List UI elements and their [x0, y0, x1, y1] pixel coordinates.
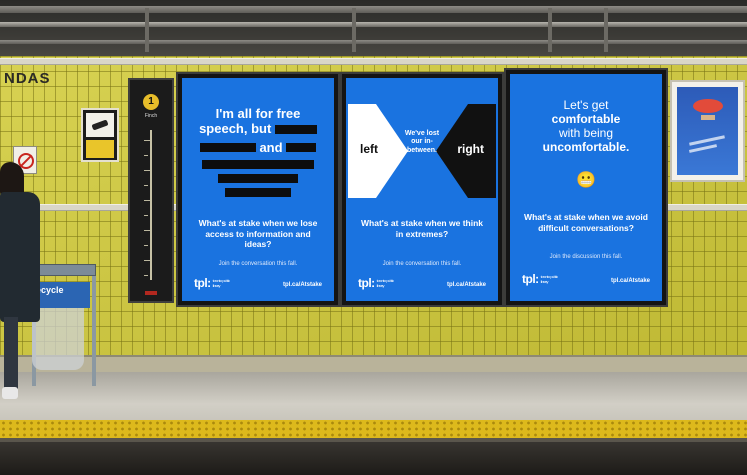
- ceiling-pipe: [0, 6, 747, 13]
- poster-cta: Join the conversation this fall.: [382, 261, 462, 267]
- poster-cta: Join the discussion this fall.: [549, 254, 623, 260]
- poster-text-line: [688, 144, 718, 153]
- redacted-block: and: [182, 140, 334, 199]
- poster-text-line: [689, 135, 725, 146]
- ruler-tick: [144, 215, 148, 216]
- ruler-tick: [144, 185, 148, 186]
- logo-subtitle: toronto public library: [212, 278, 231, 288]
- ruler-line: [150, 130, 152, 280]
- poster-frame: I'm all for free speech, but and What's …: [176, 72, 340, 307]
- center-text: We've lost our in-between.: [404, 130, 440, 154]
- redaction-bar: [285, 143, 316, 152]
- headline-line: uncomfortable.: [542, 140, 630, 155]
- person-head: [0, 162, 24, 196]
- poster-frame: left right We've lost our in-between. Wh…: [340, 72, 504, 307]
- poster-url: tpl.ca/Atstake: [282, 282, 322, 288]
- headline-text: and: [259, 140, 283, 155]
- side-poster-art: [677, 87, 738, 175]
- station-marker-post: 1 Finch: [128, 78, 174, 303]
- ruler-tick: [144, 155, 148, 156]
- grimace-emoji-icon: 😬: [576, 172, 596, 189]
- logo-subtitle: toronto public library: [540, 274, 559, 284]
- redaction-bar: [218, 174, 298, 183]
- redaction-bar: [202, 160, 314, 169]
- ruler-tick: [144, 260, 150, 261]
- redaction-bar: [274, 125, 317, 135]
- passenger-figure: [0, 162, 44, 407]
- right-word: right: [457, 142, 484, 156]
- redaction-bar: [200, 143, 257, 152]
- logo-mark: tpl:: [358, 276, 375, 290]
- track-edge: [0, 438, 747, 475]
- person-coat: [0, 192, 40, 322]
- ceiling-pipe: [0, 22, 747, 27]
- ruler-tick: [144, 140, 150, 141]
- poster-tagline: What's at stake when we think in extreme…: [361, 218, 483, 239]
- subway-platform-scene: NDAS 1 Finch I'm all for free speech, bu…: [0, 0, 747, 475]
- tactile-safety-strip: [0, 420, 747, 438]
- headline-line: speech, but: [182, 121, 334, 136]
- poster-headline: Let's get comfortable with being uncomfo…: [510, 98, 662, 155]
- headline-text: speech, but: [199, 121, 272, 137]
- tpl-logo: tpl: toronto public library: [358, 276, 401, 290]
- pipe-bracket: [604, 8, 608, 52]
- line-terminus-label: Finch: [144, 113, 158, 119]
- litter-sign-panel: [86, 140, 114, 158]
- red-marker: [145, 291, 157, 295]
- side-poster: [670, 80, 745, 182]
- headline-line: comfortable: [551, 112, 621, 127]
- logo-subtitle: toronto public library: [376, 278, 395, 288]
- ruler-tick: [144, 275, 148, 276]
- tpl-logo: tpl: toronto public library: [522, 272, 565, 286]
- poster-cta: Join the conversation this fall.: [218, 261, 298, 267]
- line-number-badge: 1: [143, 94, 159, 110]
- poster-free-speech: I'm all for free speech, but and What's …: [182, 78, 334, 301]
- ruler-tick: [144, 170, 150, 171]
- balloon-basket: [701, 115, 715, 120]
- wall-trim-top: [0, 58, 747, 65]
- litter-icon: [86, 113, 114, 137]
- poster-headline: I'm all for free speech, but: [182, 106, 334, 137]
- litter-sign: [81, 108, 119, 162]
- person-shoe: [2, 387, 18, 399]
- logo-mark: tpl:: [194, 276, 211, 290]
- left-word: left: [360, 142, 378, 156]
- poster-url: tpl.ca/Atstake: [610, 278, 650, 284]
- person-leg: [4, 317, 18, 389]
- headline-line: Let's get: [563, 98, 609, 112]
- ceiling-pipe: [0, 40, 747, 44]
- ceiling: [0, 0, 747, 58]
- ruler-tick: [144, 200, 150, 201]
- headline-line: I'm all for free: [215, 106, 301, 121]
- logo-mark: tpl:: [522, 272, 539, 286]
- pipe-bracket: [548, 8, 552, 52]
- ruler-tick: [144, 230, 150, 231]
- pipe-bracket: [352, 8, 356, 52]
- poster-comfortable: Let's get comfortable with being uncomfo…: [510, 74, 662, 301]
- poster-url: tpl.ca/Atstake: [446, 282, 486, 288]
- pipe-bracket: [145, 8, 149, 52]
- poster-tagline: What's at stake when we lose access to i…: [198, 218, 318, 250]
- poster-frame: Let's get comfortable with being uncomfo…: [504, 68, 668, 307]
- ruler-tick: [144, 245, 148, 246]
- platform-edge-strip: [0, 438, 747, 442]
- tpl-logo: tpl: toronto public library: [194, 276, 237, 290]
- station-name-sign: NDAS: [4, 70, 51, 87]
- bin-leg: [92, 276, 96, 386]
- poster-tagline: What's at stake when we avoid difficult …: [524, 212, 648, 233]
- poster-left-right: left right We've lost our in-between. Wh…: [346, 78, 498, 301]
- headline-line: with being: [558, 126, 614, 141]
- balloon-shape: [693, 99, 723, 113]
- redaction-bar: [225, 188, 291, 197]
